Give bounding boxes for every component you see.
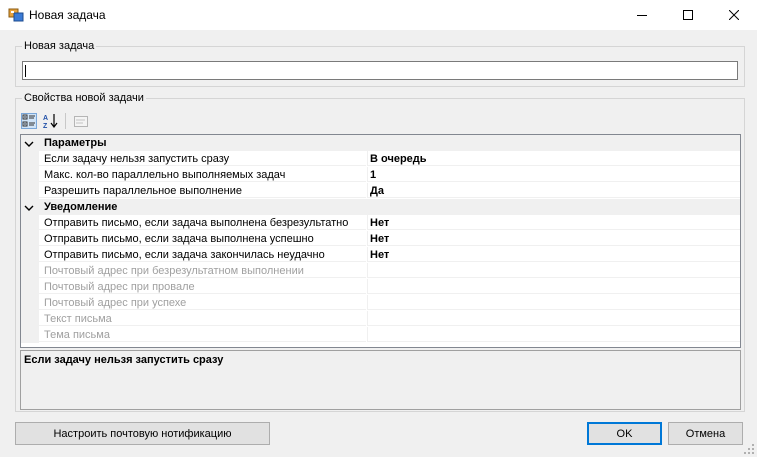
property-value[interactable]: В очередь	[367, 151, 740, 166]
property-pages-button[interactable]	[72, 112, 90, 130]
svg-text:Z: Z	[43, 123, 48, 129]
row-gutter	[21, 215, 39, 231]
row-gutter	[21, 151, 39, 167]
row-gutter	[21, 247, 39, 263]
toolbar-separator	[65, 113, 66, 129]
property-grid: Параметры Если задачу нельзя запустить с…	[20, 134, 741, 348]
ok-button[interactable]: OK	[587, 422, 662, 445]
alphabetical-sort-icon: A Z	[43, 114, 58, 129]
property-row-disabled: Тема письма	[21, 327, 740, 343]
maximize-button[interactable]	[665, 0, 711, 30]
row-gutter	[21, 183, 39, 199]
maximize-icon	[683, 10, 693, 20]
categorized-icon	[21, 113, 37, 129]
property-name: Если задачу нельзя запустить сразу	[39, 151, 366, 166]
new-task-dialog: Новая задача Новая задача Свойства новой…	[0, 0, 757, 457]
minimize-button[interactable]	[619, 0, 665, 30]
property-name: Почтовый адрес при безрезультатном выпол…	[39, 263, 366, 278]
text-caret	[25, 65, 26, 77]
minimize-icon	[637, 15, 647, 16]
task-properties-group-label: Свойства новой задачи	[22, 91, 146, 105]
property-name: Отправить письмо, если задача выполнена …	[39, 231, 366, 246]
categorized-button[interactable]	[20, 112, 38, 130]
property-name: Почтовый адрес при провале	[39, 279, 366, 294]
property-row[interactable]: Макс. кол-во параллельно выполняемых зад…	[21, 167, 740, 183]
property-name: Тема письма	[39, 327, 366, 342]
category-row-params[interactable]: Параметры	[21, 135, 740, 151]
property-row-disabled: Почтовый адрес при провале	[21, 279, 740, 295]
row-gutter	[21, 167, 39, 183]
property-description-panel: Если задачу нельзя запустить сразу	[20, 350, 741, 410]
property-row[interactable]: Отправить письмо, если задача выполнена …	[21, 231, 740, 247]
property-row-disabled: Почтовый адрес при безрезультатном выпол…	[21, 263, 740, 279]
chevron-down-icon[interactable]	[24, 202, 34, 212]
row-gutter	[21, 263, 39, 279]
property-value	[367, 311, 740, 326]
property-grid-toolbar: A Z	[20, 110, 740, 132]
property-value[interactable]: Нет	[367, 231, 740, 246]
category-label: Параметры	[44, 137, 107, 149]
chevron-down-icon[interactable]	[24, 138, 34, 148]
property-row[interactable]: Отправить письмо, если задача закончилас…	[21, 247, 740, 263]
cancel-button[interactable]: Отмена	[668, 422, 743, 445]
property-value[interactable]: Нет	[367, 215, 740, 230]
title-bar: Новая задача	[0, 0, 757, 30]
close-button[interactable]	[711, 0, 757, 30]
property-value	[367, 263, 740, 278]
property-row[interactable]: Отправить письмо, если задача выполнена …	[21, 215, 740, 231]
category-row-notification[interactable]: Уведомление	[21, 199, 740, 215]
task-name-input[interactable]	[22, 61, 738, 80]
property-value[interactable]: Нет	[367, 247, 740, 262]
new-task-group: Новая задача	[15, 39, 745, 87]
property-name: Отправить письмо, если задача закончилас…	[39, 247, 366, 262]
property-pages-icon	[74, 116, 88, 127]
category-label: Уведомление	[44, 201, 118, 213]
description-title: Если задачу нельзя запустить сразу	[24, 354, 224, 366]
property-row[interactable]: Разрешить параллельное выполнение Да	[21, 183, 740, 199]
property-name: Отправить письмо, если задача выполнена …	[39, 215, 366, 230]
property-name: Текст письма	[39, 311, 366, 326]
row-gutter	[21, 311, 39, 327]
property-row-disabled: Почтовый адрес при успехе	[21, 295, 740, 311]
property-name: Разрешить параллельное выполнение	[39, 183, 366, 198]
row-gutter	[21, 327, 39, 343]
svg-text:A: A	[43, 115, 48, 122]
property-name: Макс. кол-во параллельно выполняемых зад…	[39, 167, 366, 182]
window-title: Новая задача	[29, 8, 106, 22]
property-value[interactable]: 1	[367, 167, 740, 182]
row-gutter	[21, 279, 39, 295]
task-properties-group: Свойства новой задачи A Z Параметры Если…	[15, 91, 745, 412]
resize-grip-icon[interactable]	[743, 443, 755, 455]
property-value	[367, 327, 740, 342]
row-gutter	[21, 231, 39, 247]
property-value	[367, 279, 740, 294]
new-task-group-label: Новая задача	[22, 39, 97, 53]
property-name: Почтовый адрес при успехе	[39, 295, 366, 310]
property-value[interactable]: Да	[367, 183, 740, 198]
configure-email-notification-button[interactable]: Настроить почтовую нотификацию	[15, 422, 270, 445]
property-row[interactable]: Если задачу нельзя запустить сразу В оче…	[21, 151, 740, 167]
close-icon	[729, 10, 739, 20]
row-gutter	[21, 295, 39, 311]
alphabetical-button[interactable]: A Z	[42, 112, 60, 130]
property-row-disabled: Текст письма	[21, 311, 740, 327]
property-value	[367, 295, 740, 310]
app-window-icon	[8, 7, 24, 23]
